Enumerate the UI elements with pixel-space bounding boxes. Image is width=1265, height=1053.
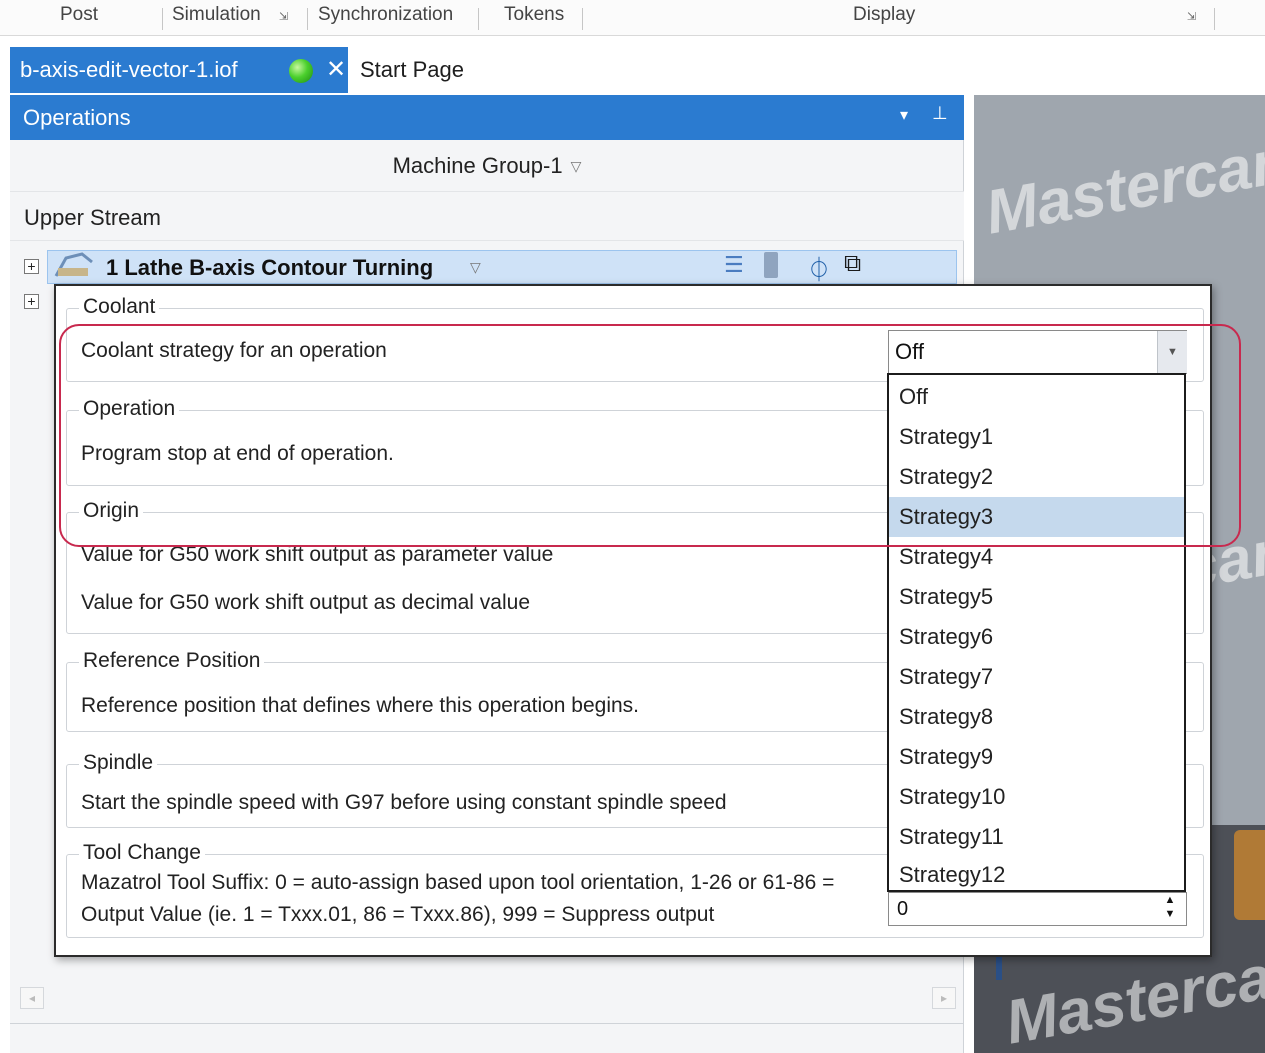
panel-title: Operations xyxy=(23,105,131,130)
stepper-value: 0 xyxy=(897,898,909,920)
operation-row[interactable]: + 1 Lathe B-axis Contour Turning ▽ ☰ ⏀ ⧉ xyxy=(10,250,964,284)
setting-label: Start the spindle speed with G97 before … xyxy=(81,791,727,814)
ribbon-separator xyxy=(1214,8,1215,30)
ribbon-separator xyxy=(307,8,308,30)
ribbon-bar: Post Simulation ⇲ Synchronization Tokens… xyxy=(0,0,1265,36)
ribbon-separator xyxy=(162,8,163,30)
group-title: Reference Position xyxy=(79,649,265,673)
ribbon-group-tokens[interactable]: Tokens xyxy=(504,4,564,26)
dialog-launcher-icon[interactable]: ⇲ xyxy=(279,10,288,23)
ribbon-group-post[interactable]: Post xyxy=(60,4,98,26)
tab-start-page[interactable]: Start Page xyxy=(360,57,464,83)
group-title: Tool Change xyxy=(79,841,205,865)
dialog-launcher-icon[interactable]: ⇲ xyxy=(1187,10,1196,23)
chevron-down-icon[interactable]: ▽ xyxy=(571,158,582,174)
upper-stream-row: Upper Stream xyxy=(10,191,964,241)
tool-suffix-stepper[interactable]: 0 ▲ ▼ xyxy=(888,892,1187,926)
dropdown-option-strategy6[interactable]: Strategy6 xyxy=(889,617,1184,657)
part-geometry xyxy=(1234,830,1265,920)
chevron-down-icon[interactable]: ▽ xyxy=(470,259,481,276)
annotation-highlight-box xyxy=(59,324,1241,547)
machine-group-row[interactable]: Machine Group-1 ▽ xyxy=(10,141,964,189)
tab-label: b-axis-edit-vector-1.iof xyxy=(20,57,238,82)
ribbon-separator xyxy=(478,8,479,30)
machine-group-label: Machine Group-1 xyxy=(392,153,563,178)
dropdown-option-strategy12[interactable]: Strategy12 xyxy=(889,855,1184,895)
stepper-arrows[interactable]: ▲ ▼ xyxy=(1157,893,1183,925)
post-settings-icon[interactable]: ⧉ xyxy=(844,250,861,278)
dropdown-option-strategy11[interactable]: Strategy11 xyxy=(889,817,1184,857)
scroll-right-button[interactable]: ▸ xyxy=(932,987,956,1009)
tool-icon[interactable] xyxy=(764,252,778,278)
pin-icon[interactable]: ⊥ xyxy=(932,103,948,124)
setting-label: Value for G50 work shift output as decim… xyxy=(81,591,531,614)
lathe-operation-icon xyxy=(54,252,93,277)
ribbon-group-synchronization[interactable]: Synchronization xyxy=(318,4,453,26)
operations-header: Operations ▾ ⊥ xyxy=(10,95,964,140)
operation-title: 1 Lathe B-axis Contour Turning xyxy=(106,255,434,280)
setting-label: Mazatrol Tool Suffix: 0 = auto-assign ba… xyxy=(81,871,835,926)
status-green-icon xyxy=(289,59,313,83)
ribbon-group-simulation[interactable]: Simulation xyxy=(172,4,261,26)
ribbon-group-display[interactable]: Display xyxy=(853,4,915,26)
chevron-up-icon[interactable]: ▲ xyxy=(1157,893,1183,907)
divider xyxy=(10,1023,964,1024)
axis-icon[interactable]: ⏀ xyxy=(807,250,831,285)
dropdown-option-strategy5[interactable]: Strategy5 xyxy=(889,577,1184,617)
scroll-left-button[interactable]: ◂ xyxy=(20,987,44,1009)
dropdown-option-strategy10[interactable]: Strategy10 xyxy=(889,777,1184,817)
document-tab-strip: b-axis-edit-vector-1.iof ✕ Start Page xyxy=(0,47,1265,93)
dropdown-arrow-icon[interactable]: ▾ xyxy=(900,105,908,125)
dropdown-option-strategy9[interactable]: Strategy9 xyxy=(889,737,1184,777)
expand-icon[interactable]: + xyxy=(24,259,39,274)
upper-stream-label: Upper Stream xyxy=(24,205,161,230)
dropdown-option-strategy7[interactable]: Strategy7 xyxy=(889,657,1184,697)
watermark: Mastercam xyxy=(980,123,1265,248)
chevron-down-icon[interactable]: ▼ xyxy=(1157,907,1183,921)
toolpath-list-icon[interactable]: ☰ xyxy=(724,252,744,278)
tab-active-document[interactable]: b-axis-edit-vector-1.iof ✕ xyxy=(10,47,348,93)
setting-label: Reference position that defines where th… xyxy=(81,694,640,717)
group-title: Coolant xyxy=(79,295,160,319)
group-title: Spindle xyxy=(79,751,158,775)
expand-icon[interactable]: + xyxy=(24,294,39,309)
ribbon-separator xyxy=(582,8,583,30)
close-icon[interactable]: ✕ xyxy=(326,55,346,84)
dropdown-option-strategy8[interactable]: Strategy8 xyxy=(889,697,1184,737)
